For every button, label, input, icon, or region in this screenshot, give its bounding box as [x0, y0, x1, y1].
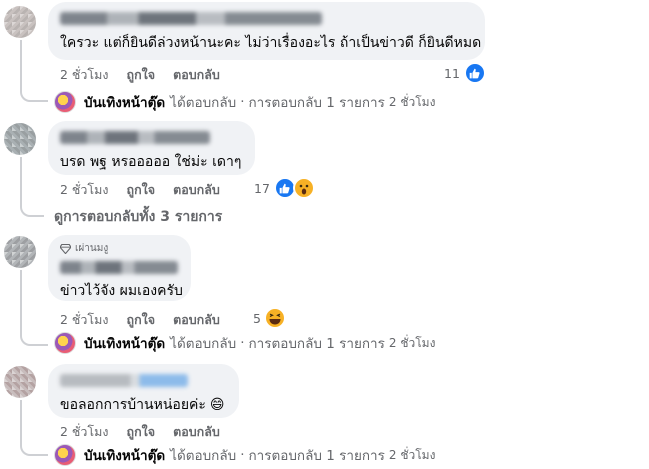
avatar[interactable]	[4, 123, 36, 155]
separator: ·	[240, 335, 245, 351]
reaction-summary[interactable]: 17	[254, 177, 315, 199]
reply-count: การตอบกลับ 1 รายการ	[248, 336, 385, 352]
avatar[interactable]	[4, 236, 36, 268]
reply-count: การตอบกลับ 1 รายการ	[248, 95, 385, 111]
comment-time[interactable]: 2 ชั่วโมง	[60, 310, 109, 330]
replies-summary[interactable]: บันเทิงหน้าตุ๊ด ได้ตอบกลับ · การตอบกลับ …	[54, 91, 435, 113]
like-button[interactable]: ถูกใจ	[127, 180, 156, 200]
page-avatar	[54, 444, 76, 466]
wow-reaction-icon	[292, 177, 315, 199]
smile-emoji: 😄	[209, 397, 225, 413]
badge-label: เผ่านมงู	[75, 243, 109, 254]
comment-actions: 2 ชั่วโมง ถูกใจ ตอบกลับ	[60, 310, 220, 330]
comment-actions: 2 ชั่วโมง ถูกใจ ตอบกลับ	[60, 180, 220, 200]
reaction-count: 17	[254, 180, 270, 196]
thread-line	[20, 400, 22, 442]
reaction-count: 5	[253, 310, 261, 326]
page-name[interactable]: บันเทิงหน้าตุ๊ด	[84, 444, 165, 466]
thread-connector	[20, 199, 44, 217]
thread-line	[20, 270, 22, 328]
like-button[interactable]: ถูกใจ	[127, 310, 156, 330]
reply-button[interactable]: ตอบกลับ	[173, 180, 220, 200]
replied-text: ได้ตอบกลับ	[170, 336, 237, 352]
comment-bubble: ใครวะ แต่ก็ยินดีล่วงหน้านะคะ ไม่ว่าเรื่อ…	[48, 2, 485, 60]
reply-time: 2 ชั่วโมง	[388, 447, 436, 462]
reply-time: 2 ชั่วโมง	[388, 94, 436, 109]
page-avatar	[54, 332, 76, 354]
thread-line	[20, 157, 22, 199]
comment-text: ขอลอกการบ้านหน่อยค่ะ	[60, 397, 206, 413]
like-button[interactable]: ถูกใจ	[127, 422, 156, 442]
thread-connector	[20, 84, 48, 102]
comment-actions: 2 ชั่วโมง ถูกใจ ตอบกลับ	[60, 422, 220, 442]
comment-text-row: ขอลอกการบ้านหน่อยค่ะ 😄	[60, 396, 227, 414]
page-name[interactable]: บันเทิงหน้าตุ๊ด	[84, 332, 165, 354]
avatar[interactable]	[4, 6, 36, 38]
thread-connector	[20, 328, 48, 346]
separator: ·	[240, 94, 245, 110]
comment-time[interactable]: 2 ชั่วโมง	[60, 65, 109, 85]
commenter-name[interactable]	[60, 374, 188, 387]
comment-bubble: บรด พฐ หรอออออ ใช่ม่ะ เดาๆ	[48, 121, 255, 175]
reply-time: 2 ชั่วโมง	[388, 335, 436, 350]
comment-text: บรด พฐ หรอออออ ใช่ม่ะ เดาๆ	[60, 154, 242, 170]
page-name[interactable]: บันเทิงหน้าตุ๊ด	[84, 91, 165, 113]
reply-button[interactable]: ตอบกลับ	[173, 310, 220, 330]
comment-bubble: เผ่านมงู ข่าวไว้จัง ผมเองครับ	[48, 235, 191, 301]
commenter-name[interactable]	[60, 261, 178, 274]
like-reaction-icon	[463, 62, 486, 84]
comment-time[interactable]: 2 ชั่วโมง	[60, 422, 109, 442]
comment-text: ใครวะ แต่ก็ยินดีล่วงหน้านะคะ ไม่ว่าเรื่อ…	[60, 35, 482, 51]
replied-text: ได้ตอบกลับ	[170, 95, 237, 111]
reaction-summary[interactable]: 5	[253, 307, 286, 329]
thread-connector	[20, 442, 48, 456]
reply-count: การตอบกลับ 1 รายการ	[248, 448, 385, 464]
comment-text: ข่าวไว้จัง ผมเองครับ	[60, 283, 183, 299]
replies-summary[interactable]: บันเทิงหน้าตุ๊ด ได้ตอบกลับ · การตอบกลับ …	[54, 444, 435, 466]
view-all-replies[interactable]: ดูการตอบกลับทั้ง 3 รายการ	[54, 206, 222, 228]
separator: ·	[240, 447, 245, 463]
reaction-summary[interactable]: 11	[444, 62, 486, 84]
like-button[interactable]: ถูกใจ	[127, 65, 156, 85]
replies-summary[interactable]: บันเทิงหน้าตุ๊ด ได้ตอบกลับ · การตอบกลับ …	[54, 332, 435, 354]
comment-time[interactable]: 2 ชั่วโมง	[60, 180, 109, 200]
top-fan-badge[interactable]: เผ่านมงู	[60, 241, 179, 256]
commenter-name[interactable]	[60, 12, 322, 25]
haha-reaction-icon	[263, 307, 286, 329]
thread-line	[20, 40, 22, 84]
replied-text: ได้ตอบกลับ	[170, 448, 237, 464]
commenter-name[interactable]	[60, 131, 210, 144]
reply-button[interactable]: ตอบกลับ	[173, 65, 220, 85]
reaction-count: 11	[444, 65, 460, 81]
avatar[interactable]	[4, 366, 36, 398]
comment-bubble: ขอลอกการบ้านหน่อยค่ะ 😄	[48, 364, 239, 418]
comment-actions: 2 ชั่วโมง ถูกใจ ตอบกลับ	[60, 65, 220, 85]
reply-button[interactable]: ตอบกลับ	[173, 422, 220, 442]
page-avatar	[54, 91, 76, 113]
diamond-icon	[60, 243, 71, 254]
